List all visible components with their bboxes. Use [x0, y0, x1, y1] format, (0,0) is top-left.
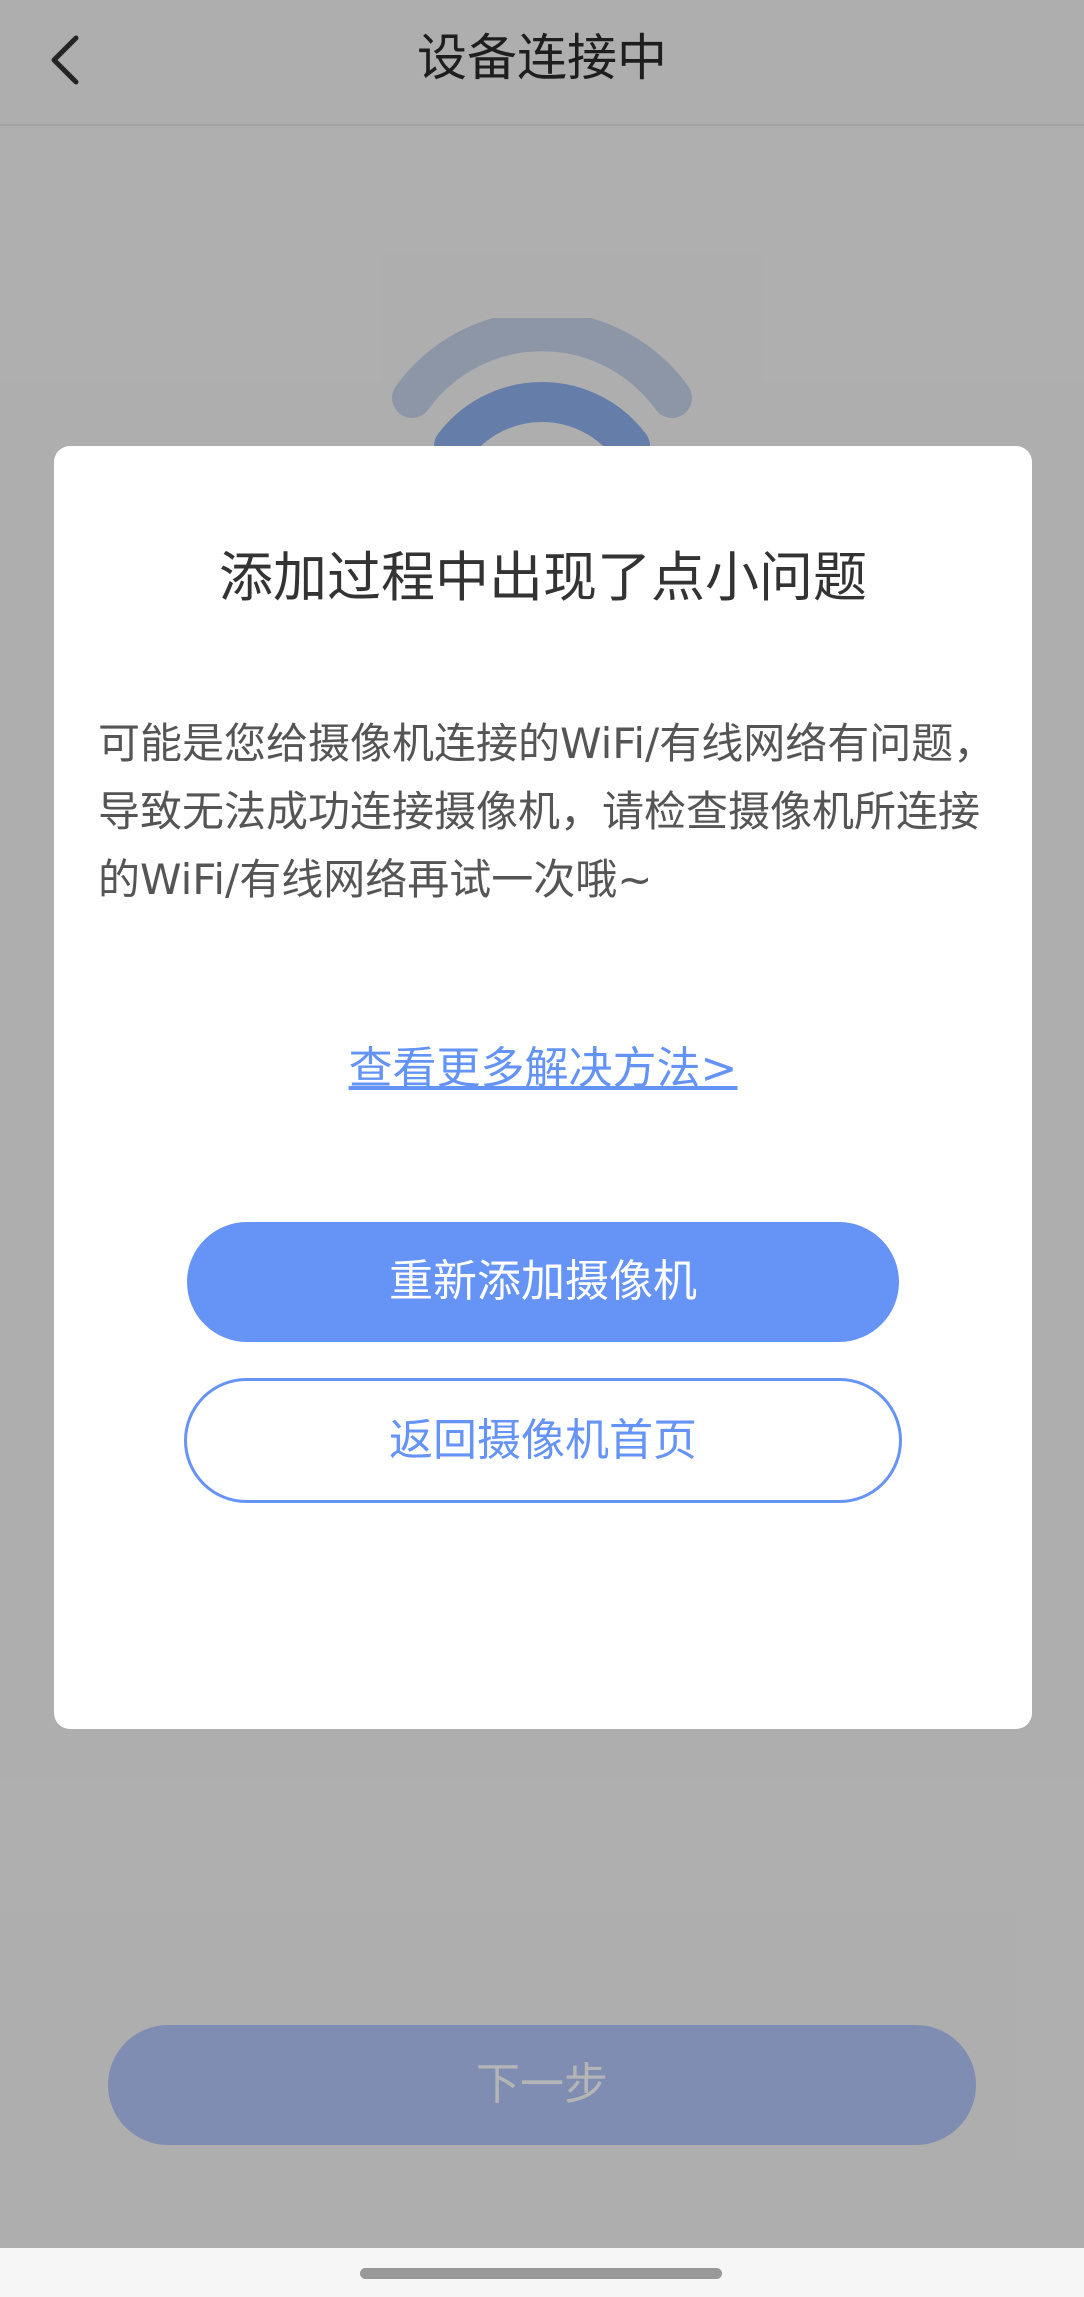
dialog-message: 可能是您给摄像机连接的WiFi/有线网络有问题，导致无法成功连接摄像机，请检查摄… [98, 719, 996, 904]
home-indicator[interactable] [360, 2268, 722, 2279]
more-solutions-link[interactable]: 查看更多解决方法> [54, 1034, 1032, 1104]
back-to-camera-home-button[interactable]: 返回摄像机首页 [184, 1378, 902, 1503]
error-dialog: 添加过程中出现了点小问题 可能是您给摄像机连接的WiFi/有线网络有问题，导致无… [54, 446, 1032, 1729]
readd-camera-button[interactable]: 重新添加摄像机 [187, 1222, 899, 1342]
dialog-title: 添加过程中出现了点小问题 [219, 546, 867, 609]
